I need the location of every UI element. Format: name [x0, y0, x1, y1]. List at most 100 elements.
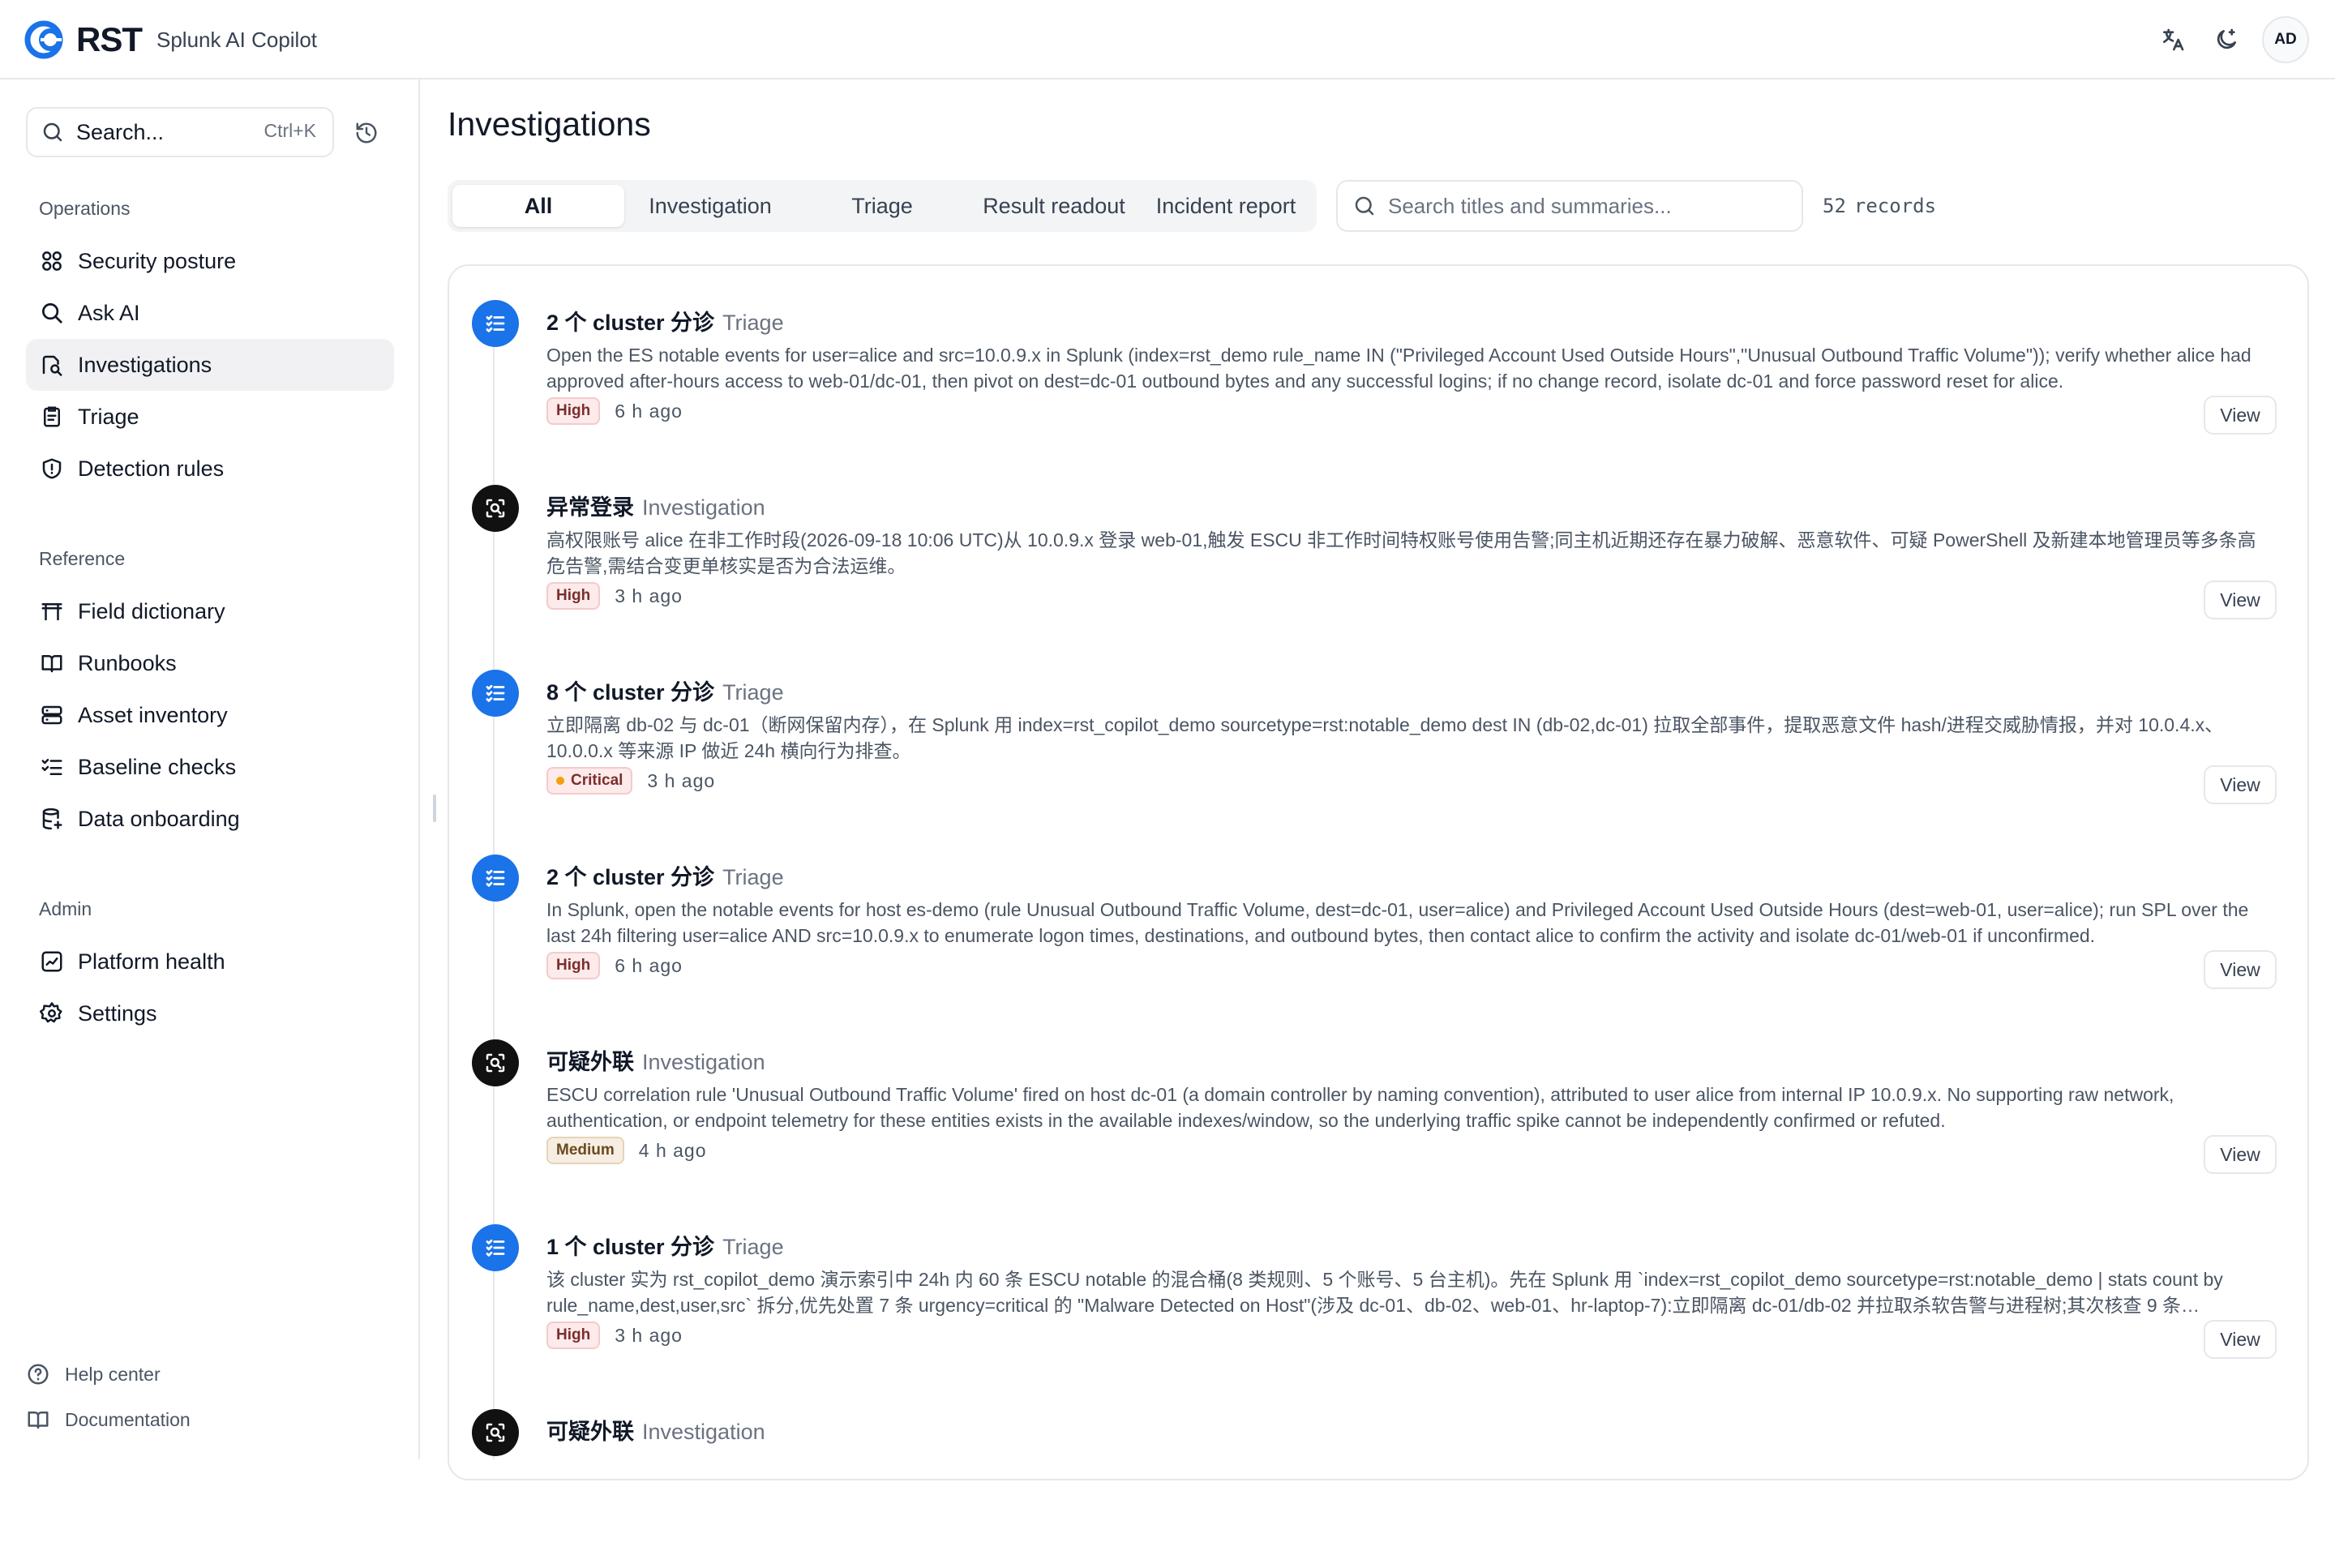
entry-name: 1 个 cluster 分诊: [546, 1235, 715, 1259]
view-button[interactable]: View: [2204, 581, 2277, 619]
entry-summary: 高权限账号 alice 在非工作时段(2026-09-18 10:06 UTC)…: [546, 529, 2256, 576]
severity-badge: Medium: [546, 1137, 624, 1164]
book-icon: [28, 1412, 49, 1429]
entry-meta: Critical 3 h ago: [546, 767, 715, 795]
table-icon: [37, 597, 66, 626]
sidebar-item-runbooks[interactable]: Runbooks: [26, 637, 394, 689]
view-button[interactable]: View: [2204, 1135, 2277, 1174]
entry-title[interactable]: 2 个 cluster 分诊 Triage: [546, 305, 784, 336]
entry-summary: 该 cluster 实为 rst_copilot_demo 演示索引中 24h …: [546, 1269, 2223, 1316]
entry-time: 4 h ago: [638, 1139, 707, 1161]
filter-tabs: All Investigation Triage Result readout …: [448, 180, 1317, 232]
entry-title[interactable]: 1 个 cluster 分诊 Triage: [546, 1229, 784, 1261]
history-icon[interactable]: [350, 117, 383, 149]
search-placeholder: Search titles and summaries...: [1388, 193, 1672, 218]
documentation-link[interactable]: Documentation: [26, 1407, 191, 1432]
view-button[interactable]: View: [2204, 950, 2277, 989]
entry-summary: 立即隔离 db-02 与 dc-01（断网保留内存），在 Splunk 用 in…: [546, 714, 2224, 761]
sidebar-item-triage[interactable]: Triage: [26, 391, 394, 443]
sidebar-item-asset-inventory[interactable]: Asset inventory: [26, 689, 394, 741]
entry-kind: Investigation: [642, 1050, 765, 1074]
section-label-reference: Reference: [39, 548, 126, 569]
tab-all[interactable]: All: [452, 185, 624, 227]
sidebar-search-placeholder: Search...: [76, 119, 165, 144]
theme-toggle-icon[interactable]: [2204, 17, 2249, 62]
list-item: 1 个 cluster 分诊 Triage 该 cluster 实为 rst_cop…: [448, 1198, 2309, 1383]
clipboard-icon: [37, 402, 66, 431]
entry-title[interactable]: 异常登录 Investigation: [546, 490, 765, 521]
entry-kind: Investigation: [642, 495, 765, 520]
list-item: 可疑外联 Investigation ESCU correlation rule '…: [448, 1013, 2309, 1198]
sidebar-search-input[interactable]: Search... Ctrl+K: [26, 107, 334, 157]
entry-name: 可疑外联: [546, 1050, 634, 1074]
entry-name: 异常登录: [546, 495, 634, 520]
entry-title[interactable]: 可疑外联 Investigation: [546, 1414, 765, 1446]
view-button[interactable]: View: [2204, 1320, 2277, 1359]
sidebar: Search... Ctrl+K Operations Security pos…: [0, 79, 420, 1459]
brand[interactable]: RST Splunk AI Copilot: [23, 18, 317, 62]
tab-investigation[interactable]: Investigation: [624, 185, 796, 227]
severity-label: High: [556, 1326, 591, 1343]
sidebar-item-label: Triage: [78, 404, 139, 429]
sidebar-item-ask-ai[interactable]: Ask AI: [26, 287, 394, 339]
severity-label: High: [556, 402, 591, 419]
view-button[interactable]: View: [2204, 765, 2277, 804]
tab-triage[interactable]: Triage: [796, 185, 968, 227]
sidebar-item-label: Security posture: [78, 248, 237, 273]
server-icon: [37, 700, 66, 730]
entry-meta: High 3 h ago: [546, 582, 683, 610]
entry-summary: Open the ES notable events for user=alic…: [546, 345, 2251, 392]
list-item: 异常登录 Investigation 高权限账号 alice 在非工作时段(2026…: [448, 459, 2309, 644]
entry-name: 2 个 cluster 分诊: [546, 865, 715, 889]
severity-dot-icon: [556, 777, 564, 785]
sidebar-item-investigations[interactable]: Investigations: [26, 339, 394, 391]
sidebar-item-label: Platform health: [78, 949, 225, 974]
entry-time: 6 h ago: [615, 954, 683, 976]
list-item: 8 个 cluster 分诊 Triage 立即隔离 db-02 与 dc-01（断…: [448, 644, 2309, 829]
entry-time: 6 h ago: [615, 400, 683, 422]
search-shortcut: Ctrl+K: [263, 120, 316, 141]
severity-label: Medium: [556, 1142, 615, 1159]
brand-subtitle: Splunk AI Copilot: [156, 27, 318, 52]
sidebar-item-settings[interactable]: Settings: [26, 987, 394, 1039]
sidebar-resize-handle[interactable]: [433, 795, 436, 822]
entry-summary: In Splunk, open the notable events for h…: [546, 899, 2249, 946]
entry-time: 3 h ago: [615, 585, 683, 606]
investigation-scan-icon: [472, 1039, 519, 1086]
avatar[interactable]: AD: [2262, 16, 2309, 63]
entry-kind: Triage: [722, 1235, 784, 1259]
view-button[interactable]: View: [2204, 396, 2277, 435]
brand-name: RST: [76, 20, 143, 58]
sidebar-item-platform-health[interactable]: Platform health: [26, 936, 394, 987]
section-label-admin: Admin: [39, 898, 92, 919]
severity-badge: High: [546, 582, 601, 610]
entry-title[interactable]: 2 个 cluster 分诊 Triage: [546, 859, 784, 891]
entry-title[interactable]: 可疑外联 Investigation: [546, 1044, 765, 1076]
language-icon[interactable]: [2150, 17, 2196, 62]
sidebar-item-label: Investigations: [78, 352, 212, 377]
sidebar-item-data-onboarding[interactable]: Data onboarding: [26, 793, 394, 845]
tab-incident-report[interactable]: Incident report: [1140, 185, 1312, 227]
entry-name: 8 个 cluster 分诊: [546, 680, 715, 705]
top-actions: AD: [2142, 16, 2309, 63]
entry-time: 3 h ago: [615, 1324, 683, 1346]
sidebar-item-detection-rules[interactable]: Detection rules: [26, 443, 394, 495]
sidebar-item-field-dictionary[interactable]: Field dictionary: [26, 585, 394, 637]
sidebar-item-baseline-checks[interactable]: Baseline checks: [26, 741, 394, 793]
entry-title[interactable]: 8 个 cluster 分诊 Triage: [546, 675, 784, 706]
help-center-link[interactable]: Help center: [26, 1362, 161, 1386]
entry-time: 3 h ago: [647, 769, 716, 791]
search-input[interactable]: Search titles and summaries...: [1336, 180, 1803, 232]
sidebar-item-security-posture[interactable]: Security posture: [26, 235, 394, 287]
triage-list-icon: [472, 300, 519, 347]
sidebar-item-label: Runbooks: [78, 650, 177, 675]
entry-meta: High 6 h ago: [546, 952, 683, 979]
grid-icon: [37, 246, 66, 276]
entry-kind: Triage: [722, 680, 784, 705]
investigation-icon: [37, 350, 66, 379]
entry-meta: High 3 h ago: [546, 1322, 683, 1349]
severity-label: High: [556, 587, 591, 604]
help-circle-icon: [28, 1364, 49, 1385]
tab-result-readout[interactable]: Result readout: [968, 185, 1140, 227]
search-icon: [43, 122, 62, 142]
